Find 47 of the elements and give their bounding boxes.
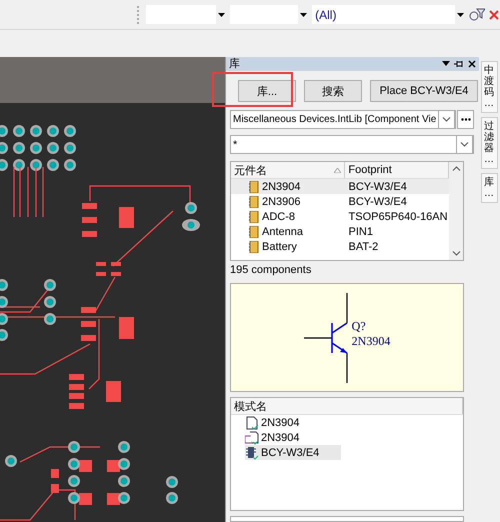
dropdown-arrow-icon[interactable] [442, 61, 450, 67]
panel-button[interactable]: Place BCY-W3/E4 [370, 80, 478, 102]
sort-icon [334, 168, 342, 172]
comment-label: 2N3904 [352, 334, 390, 348]
component-count: 195 components [229, 263, 312, 278]
component-row[interactable]: 2N3906 BCY-W3/E4 [231, 194, 449, 209]
panel-button[interactable]: 搜索 [304, 80, 362, 102]
model-item[interactable]: BCY-W3/E4 [245, 445, 341, 460]
model-document-icon [245, 430, 259, 444]
side-tab[interactable]: 库… [481, 173, 498, 203]
more-button[interactable] [457, 110, 474, 129]
component-row[interactable]: 2N3904 BCY-W3/E4 [231, 179, 449, 194]
filter-icon[interactable] [469, 8, 486, 22]
close-icon[interactable] [468, 60, 476, 68]
side-tab[interactable]: 中渡码… [481, 61, 498, 113]
chip-icon [245, 446, 259, 460]
column-header[interactable]: 模式名 [231, 398, 463, 414]
side-tab[interactable]: 过滤器… [481, 117, 498, 169]
component-icon [249, 210, 259, 222]
designator-label: Q? [352, 318, 367, 334]
panel-title: 库 [229, 58, 240, 70]
pin-icon[interactable] [454, 60, 464, 68]
caret-icon [300, 12, 308, 16]
dropdown[interactable]: (All) [312, 5, 466, 24]
model-item[interactable]: 2N3904 [245, 430, 463, 445]
scrollbar[interactable] [449, 162, 463, 260]
filter-field[interactable]: * [230, 135, 474, 154]
component-row[interactable]: ADC-8 TSOP65P640-16AN [231, 209, 449, 224]
caret-icon [457, 12, 464, 16]
caret-icon [218, 12, 226, 16]
panel-button[interactable]: 库... [238, 80, 296, 102]
component-row[interactable]: Battery BAT-2 [231, 239, 449, 254]
chevron-icon [442, 117, 451, 122]
component-icon [249, 240, 259, 252]
model-item[interactable]: 2N3904 [245, 415, 463, 430]
transistor-symbol-icon [304, 292, 350, 382]
component-icon [249, 196, 259, 208]
component-row[interactable]: Antenna PIN1 [231, 224, 449, 239]
component-icon [249, 226, 259, 238]
chevron-icon [460, 142, 469, 147]
component-icon [249, 180, 259, 192]
column-header[interactable]: 元件名 [231, 162, 346, 178]
clear-filter-icon[interactable] [488, 8, 500, 20]
chevron-icon [452, 251, 460, 256]
chevron-icon [452, 166, 460, 171]
library-select[interactable]: Miscellaneous Devices.IntLib [Component Vie [230, 110, 456, 129]
ellipsis-icon [460, 118, 470, 121]
